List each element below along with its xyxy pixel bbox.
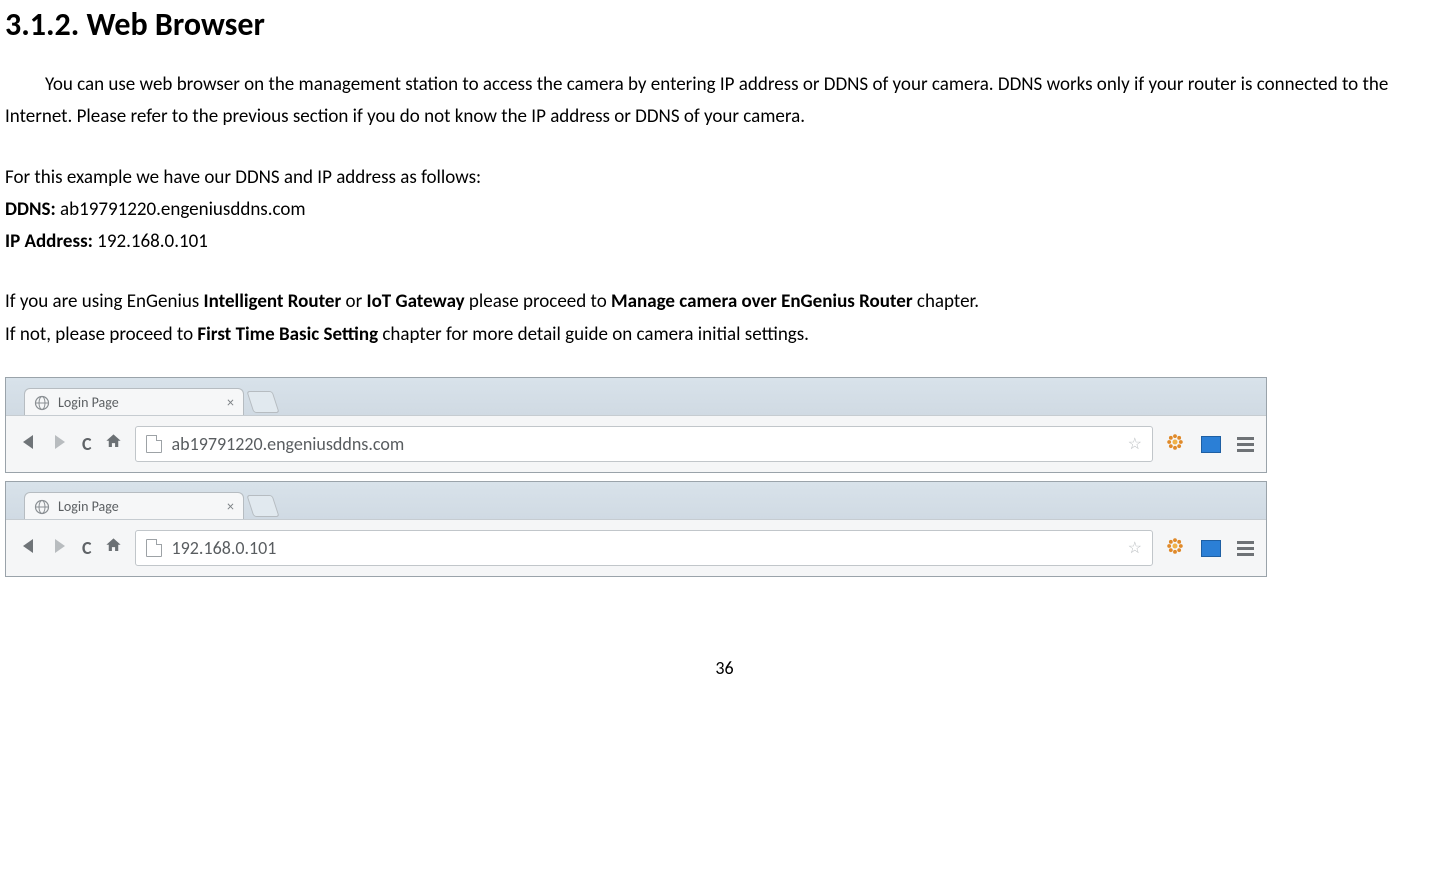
forward-button-icon[interactable]: [50, 435, 70, 454]
browser-tab[interactable]: Login Page ×: [24, 492, 244, 519]
bookmark-star-icon[interactable]: ☆: [1128, 434, 1142, 454]
new-tab-button[interactable]: [246, 495, 279, 517]
extension-blue-icon[interactable]: [1201, 436, 1221, 453]
nav-paragraph-2: If not, please proceed to First Time Bas…: [5, 319, 1439, 351]
ip-label: IP Address:: [5, 230, 93, 253]
close-icon[interactable]: ×: [227, 498, 234, 515]
address-bar[interactable]: ab19791220.engeniusddns.com ☆: [135, 426, 1153, 462]
intro-paragraph: You can use web browser on the managemen…: [5, 69, 1439, 134]
favicon-icon: [34, 499, 50, 515]
section-heading: 3.1.2. Web Browser: [5, 5, 1439, 44]
browser-toolbar: C ab19791220.engeniusddns.com ☆: [6, 415, 1266, 472]
forward-button-icon[interactable]: [50, 539, 70, 558]
menu-icon[interactable]: [1237, 541, 1254, 556]
page-icon: [146, 539, 162, 557]
tab-title: Login Page: [58, 394, 119, 411]
page-icon: [146, 435, 162, 453]
close-icon[interactable]: ×: [227, 394, 234, 411]
back-button-icon[interactable]: [18, 539, 38, 558]
extension-flower-icon[interactable]: [1165, 432, 1185, 457]
browser-window-ddns: Login Page × C ab19791220.engeniusddns.c…: [5, 377, 1267, 473]
back-button-icon[interactable]: [18, 435, 38, 454]
bookmark-star-icon[interactable]: ☆: [1128, 538, 1142, 558]
new-tab-button[interactable]: [246, 391, 279, 413]
address-bar[interactable]: 192.168.0.101 ☆: [135, 530, 1153, 566]
menu-icon[interactable]: [1237, 437, 1254, 452]
extension-flower-icon[interactable]: [1165, 536, 1185, 561]
ddns-line: DDNS: ab19791220.engeniusddns.com: [5, 194, 1439, 226]
url-text: ab19791220.engeniusddns.com: [172, 433, 405, 455]
url-text: 192.168.0.101: [172, 537, 277, 559]
page-number: 36: [5, 657, 1439, 679]
ip-value: 192.168.0.101: [93, 230, 208, 253]
reload-icon[interactable]: C: [82, 537, 92, 559]
favicon-icon: [34, 395, 50, 411]
tab-strip: Login Page ×: [6, 482, 1266, 519]
home-icon[interactable]: [104, 536, 123, 560]
browser-window-ip: Login Page × C 192.168.0.101 ☆: [5, 481, 1267, 577]
ip-line: IP Address: 192.168.0.101: [5, 226, 1439, 258]
extension-blue-icon[interactable]: [1201, 540, 1221, 557]
ddns-value: ab19791220.engeniusddns.com: [56, 198, 306, 221]
toolbar-right: [1165, 432, 1254, 457]
reload-icon[interactable]: C: [82, 433, 92, 455]
home-icon[interactable]: [104, 432, 123, 456]
example-intro: For this example we have our DDNS and IP…: [5, 162, 1439, 194]
nav-paragraph-1: If you are using EnGenius Intelligent Ro…: [5, 286, 1439, 318]
toolbar-right: [1165, 536, 1254, 561]
tab-strip: Login Page ×: [6, 378, 1266, 415]
ddns-label: DDNS:: [5, 198, 56, 221]
browser-toolbar: C 192.168.0.101 ☆: [6, 519, 1266, 576]
tab-title: Login Page: [58, 498, 119, 515]
browser-tab[interactable]: Login Page ×: [24, 388, 244, 415]
